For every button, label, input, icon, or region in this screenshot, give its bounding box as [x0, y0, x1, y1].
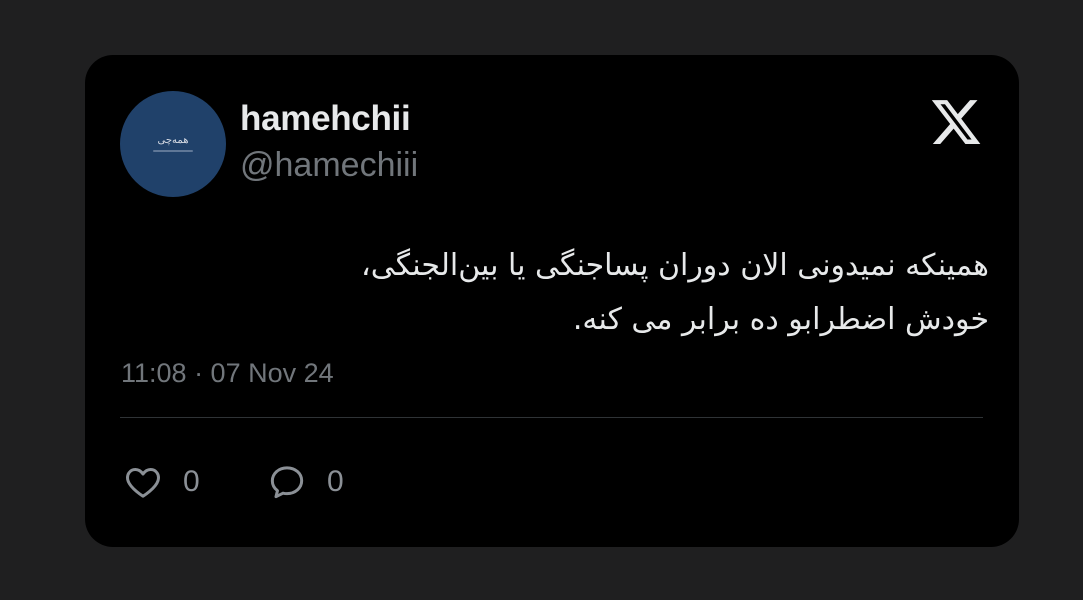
avatar-logo-text: همه‌چی — [157, 135, 189, 146]
reply-count: 0 — [327, 465, 344, 498]
divider — [120, 417, 983, 418]
x-logo-icon[interactable] — [929, 95, 983, 149]
user-handle[interactable]: @hamechiii — [240, 146, 418, 185]
tweet-line: همینکه نمیدونی الان دوران پساجنگی یا بین… — [361, 248, 989, 283]
tweet-card: همه‌چی hamehchii @hamechiii همینکه نمیدو… — [85, 55, 1019, 547]
tweet-text: همینکه نمیدونی الان دوران پساجنگی یا بین… — [169, 239, 989, 347]
avatar-underline — [153, 150, 193, 152]
avatar[interactable]: همه‌چی — [120, 91, 226, 197]
heart-icon — [123, 462, 163, 502]
tweet-timestamp[interactable]: 11:08 · 07 Nov 24 — [121, 358, 334, 389]
tweet-line: خودش اضطرابو ده برابر می کنه. — [572, 302, 989, 337]
reply-button[interactable]: 0 — [267, 462, 344, 502]
display-name[interactable]: hamehchii — [240, 99, 411, 139]
like-count: 0 — [183, 465, 200, 498]
comment-icon — [267, 462, 307, 502]
like-button[interactable]: 0 — [123, 462, 200, 502]
